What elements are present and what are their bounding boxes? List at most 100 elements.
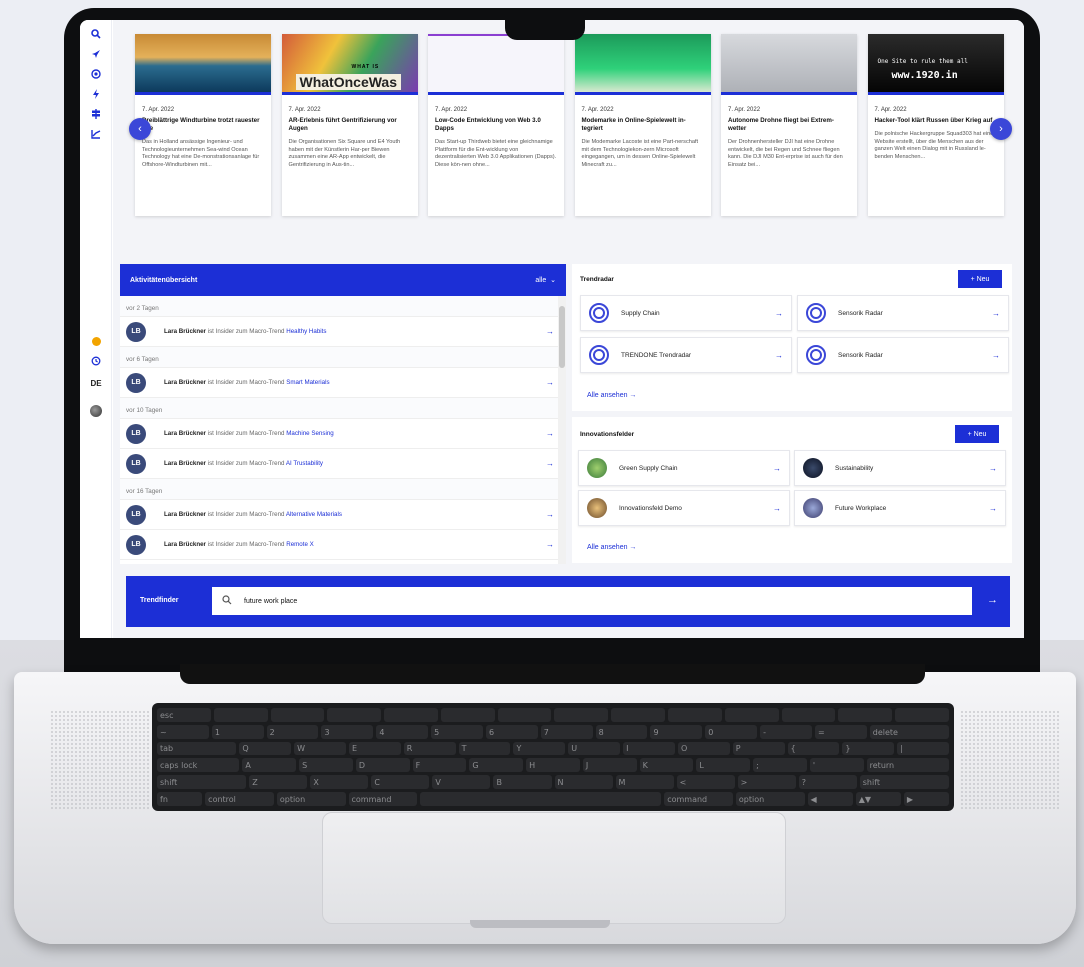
radar-icon[interactable]	[88, 66, 104, 82]
trackpad[interactable]	[322, 812, 786, 924]
innovation-tile[interactable]: Innovationsfeld Demo →	[578, 490, 790, 526]
keyboard-key[interactable]: >	[737, 775, 796, 790]
trendradar-see-all-link[interactable]: Alle ansehen →	[587, 392, 636, 399]
activity-scrollbar[interactable]	[558, 296, 566, 564]
activity-item[interactable]: LB Lara Brückner ist Insider zum Macro-T…	[120, 419, 566, 449]
keyboard-key[interactable]: command	[348, 792, 418, 806]
keyboard-key[interactable]: R	[403, 741, 456, 756]
keyboard-key[interactable]: T	[458, 741, 511, 756]
keyboard-key[interactable]: control	[205, 792, 274, 806]
keyboard-key[interactable]: tab	[157, 741, 237, 756]
keyboard-key[interactable]: B	[493, 775, 552, 790]
keyboard-key[interactable]	[668, 708, 722, 722]
keyboard-key[interactable]: |	[897, 741, 950, 756]
keyboard-key[interactable]	[781, 708, 836, 722]
trendradar-tile[interactable]: Supply Chain →	[580, 295, 792, 331]
history-icon[interactable]	[88, 353, 104, 369]
chart-icon[interactable]	[88, 126, 104, 142]
keyboard-key[interactable]: ;	[753, 758, 807, 773]
trendradar-tile[interactable]: Sensorik Radar →	[797, 337, 1009, 373]
keyboard-key[interactable]: option	[735, 792, 805, 806]
keyboard-key[interactable]: 7	[540, 724, 593, 739]
rocket-icon[interactable]	[88, 46, 104, 62]
news-card[interactable]: 7. Apr. 2022 Modemarke in Online-Spielew…	[574, 34, 711, 216]
news-card[interactable]: 7. Apr. 2022 Dreiblättrige Windturbine t…	[135, 34, 271, 216]
keyboard-key[interactable]: 5	[431, 724, 483, 739]
keyboard-key[interactable]	[611, 708, 666, 722]
activity-trend-link[interactable]: Machine Sensing	[286, 430, 333, 437]
keyboard-key[interactable]: 9	[650, 724, 703, 739]
news-card[interactable]: 7. Apr. 2022 Low-Code Entwicklung von We…	[428, 34, 564, 216]
keyboard-key[interactable]: E	[348, 741, 401, 756]
keyboard-key[interactable]: 3	[321, 724, 374, 739]
innovation-new-button[interactable]: + Neu	[955, 425, 999, 443]
news-card[interactable]: One Site to rule them all www.1920.in 7. …	[867, 34, 1004, 216]
keyboard-key[interactable]: Q	[239, 741, 292, 756]
keyboard-key[interactable]: P	[732, 741, 785, 756]
trendradar-new-button[interactable]: + Neu	[958, 270, 1002, 288]
keyboard-key[interactable]: option	[276, 792, 346, 806]
activity-item[interactable]: LB Lara Brückner ist Insider zum Macro-T…	[120, 449, 566, 479]
user-avatar[interactable]	[88, 403, 104, 419]
keyboard-key[interactable]: {	[787, 741, 840, 756]
keyboard-key[interactable]: X	[310, 775, 369, 790]
keyboard-key[interactable]: K	[639, 758, 694, 773]
activity-item[interactable]: LB Lara Brückner ist Insider zum Macro-T…	[120, 530, 566, 560]
trendradar-tile[interactable]: TRENDONE Trendradar →	[580, 337, 792, 373]
trendfinder-submit-arrow[interactable]: →	[987, 594, 998, 606]
activity-trend-link[interactable]: Alternative Materials	[286, 511, 342, 518]
keyboard-key[interactable]: ~	[157, 724, 209, 739]
arrow-right-icon[interactable]: →	[546, 540, 554, 549]
keyboard-key[interactable]: U	[568, 741, 621, 756]
news-card[interactable]: 7. Apr. 2022 Autonome Drohne fliegt bei …	[721, 34, 857, 216]
keyboard-key[interactable]: <	[676, 775, 735, 790]
keyboard-key[interactable]: G	[469, 758, 524, 773]
bolt-icon[interactable]	[88, 86, 104, 102]
keyboard-key[interactable]	[327, 708, 382, 722]
keyboard-key[interactable]: S	[299, 758, 353, 773]
keyboard-key[interactable]	[420, 792, 662, 806]
keyboard-key[interactable]	[497, 708, 552, 722]
keyboard-key[interactable]: return	[866, 758, 950, 773]
scrollbar-thumb[interactable]	[559, 306, 565, 368]
arrow-right-icon[interactable]: →	[546, 378, 554, 387]
keyboard-key[interactable]: F	[412, 758, 467, 773]
keyboard-key[interactable]: Z	[249, 775, 308, 790]
keyboard-key[interactable]: fn	[157, 792, 203, 806]
keyboard-key[interactable]: M	[615, 775, 674, 790]
keyboard-key[interactable]: shift	[859, 775, 949, 790]
keyboard-key[interactable]	[895, 708, 949, 722]
keyboard-key[interactable]	[270, 708, 325, 722]
activity-item[interactable]: LB Lara Brückner ist Insider zum Macro-T…	[120, 317, 566, 347]
keyboard-key[interactable]	[554, 708, 609, 722]
keyboard-key[interactable]	[384, 708, 438, 722]
keyboard-key[interactable]: ◀	[807, 792, 853, 806]
trendradar-tile[interactable]: Sensorik Radar →	[797, 295, 1009, 331]
keyboard-key[interactable]: ?	[798, 775, 857, 790]
innovation-tile[interactable]: Sustainability →	[794, 450, 1006, 486]
keyboard-key[interactable]	[838, 708, 893, 722]
keyboard-key[interactable]: =	[814, 724, 867, 739]
language-switch[interactable]: DE	[88, 375, 104, 391]
activity-item[interactable]: LB Lara Brückner ist Insider zum Macro-T…	[120, 500, 566, 530]
keyboard-key[interactable]: I	[623, 741, 675, 756]
keyboard-key[interactable]: 1	[211, 724, 264, 739]
search-icon[interactable]	[88, 26, 104, 42]
activity-trend-link[interactable]: Smart Materials	[286, 379, 329, 386]
keyboard-key[interactable]: D	[355, 758, 410, 773]
arrow-right-icon[interactable]: →	[546, 510, 554, 519]
keyboard-key[interactable]: O	[677, 741, 730, 756]
keyboard-key[interactable]: '	[809, 758, 864, 773]
keyboard-key[interactable]: caps lock	[157, 758, 240, 773]
keyboard-key[interactable]: }	[842, 741, 895, 756]
trendfinder-search-input[interactable]: future work place	[212, 587, 972, 615]
carousel-next-button[interactable]: ›	[990, 118, 1012, 140]
keyboard-key[interactable]: Y	[513, 741, 566, 756]
keyboard-key[interactable]: 8	[595, 724, 648, 739]
help-icon[interactable]	[88, 333, 104, 349]
activity-filter-dropdown[interactable]: alle ⌄	[535, 276, 556, 284]
keyboard-key[interactable]: L	[696, 758, 751, 773]
signpost-icon[interactable]	[88, 106, 104, 122]
keyboard-key[interactable]: H	[526, 758, 580, 773]
keyboard-key[interactable]: V	[432, 775, 491, 790]
